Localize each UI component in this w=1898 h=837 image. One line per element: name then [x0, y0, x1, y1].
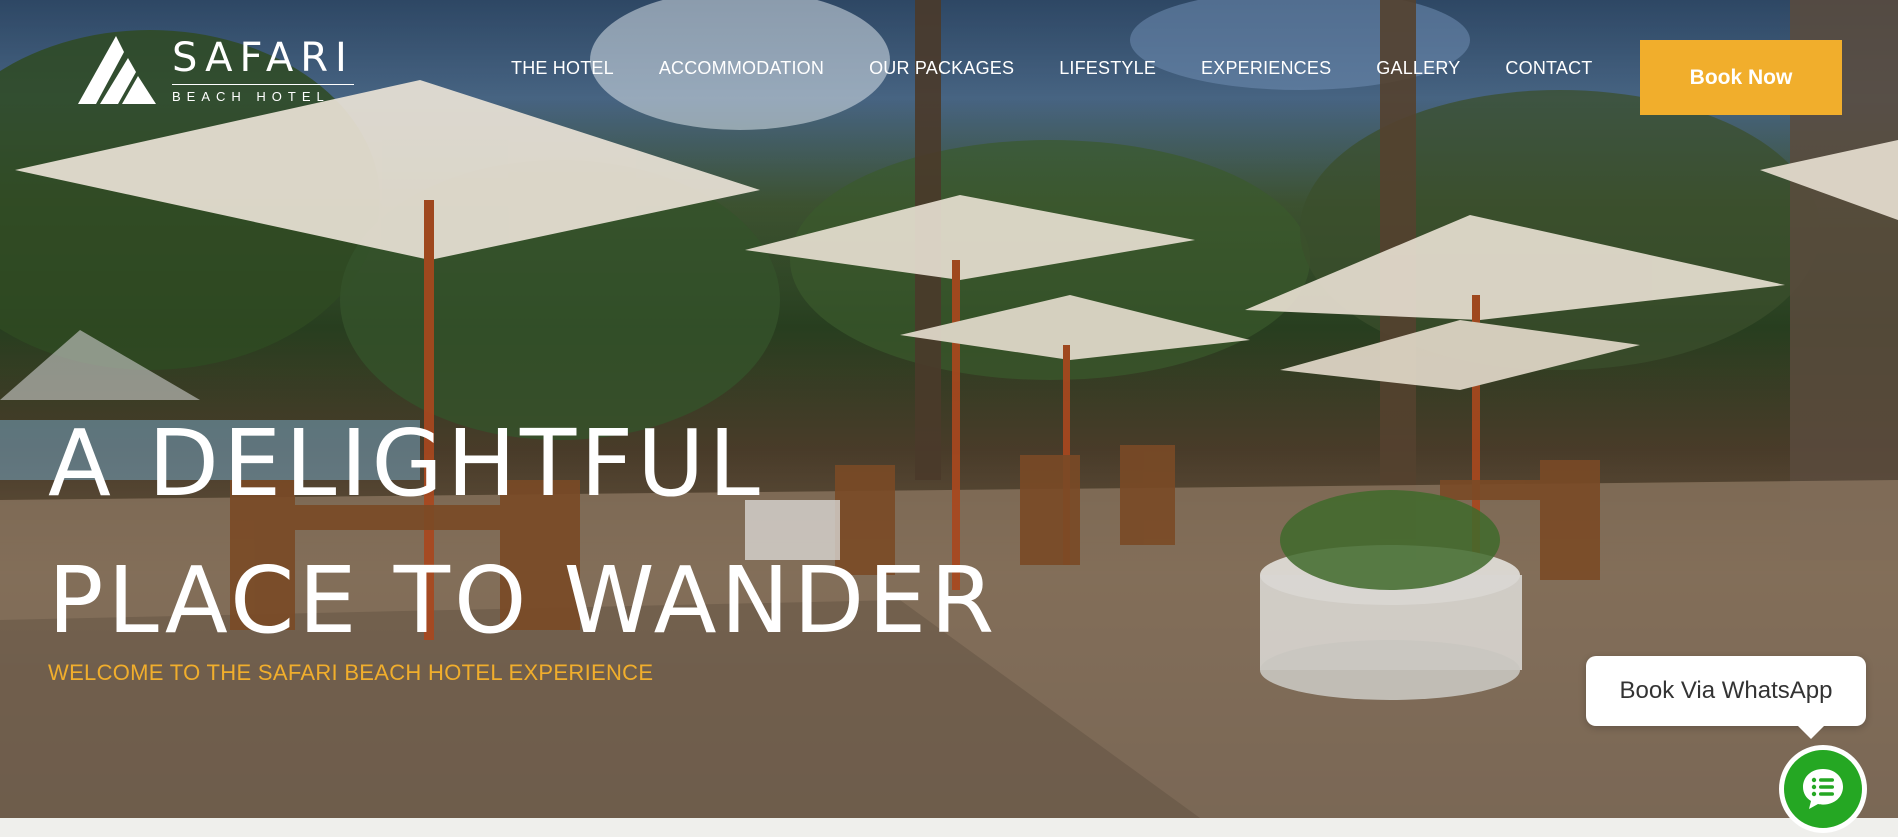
hero-headline-line-1: A DELIGHTFUL	[48, 410, 764, 517]
page-bottom-edge	[0, 818, 1898, 837]
hero-headline: A DELIGHTFUL PLACE TO WANDER	[48, 395, 998, 669]
whatsapp-booking-label: Book Via WhatsApp	[1619, 677, 1833, 704]
logo-subtitle: BEACH HOTEL	[172, 84, 354, 104]
nav-item-contact[interactable]: CONTACT	[1505, 58, 1592, 79]
logo-title: SAFARI	[172, 35, 354, 81]
hero-tagline: WELCOME TO THE SAFARI BEACH HOTEL EXPERI…	[48, 660, 654, 685]
whatsapp-booking-tooltip[interactable]: Book Via WhatsApp	[1586, 656, 1866, 726]
whatsapp-tooltip-arrow	[1797, 725, 1825, 739]
nav-item-experiences[interactable]: EXPERIENCES	[1201, 58, 1331, 79]
nav-item-accommodation[interactable]: ACCOMMODATION	[659, 58, 824, 79]
nav-item-lifestyle[interactable]: LIFESTYLE	[1059, 58, 1156, 79]
hero-headline-line-2: PLACE TO WANDER	[48, 547, 999, 654]
safari-logo-mark-icon	[78, 36, 156, 104]
book-now-button[interactable]: Book Now	[1640, 40, 1842, 115]
main-navigation: THE HOTEL ACCOMMODATION OUR PACKAGES LIF…	[511, 58, 1637, 79]
nav-item-gallery[interactable]: GALLERY	[1376, 58, 1460, 79]
site-logo[interactable]: SAFARI BEACH HOTEL	[78, 34, 354, 106]
nav-item-the-hotel[interactable]: THE HOTEL	[511, 58, 614, 79]
whatsapp-chat-button[interactable]	[1779, 745, 1867, 833]
nav-item-our-packages[interactable]: OUR PACKAGES	[869, 58, 1014, 79]
chat-list-icon	[1803, 769, 1843, 809]
